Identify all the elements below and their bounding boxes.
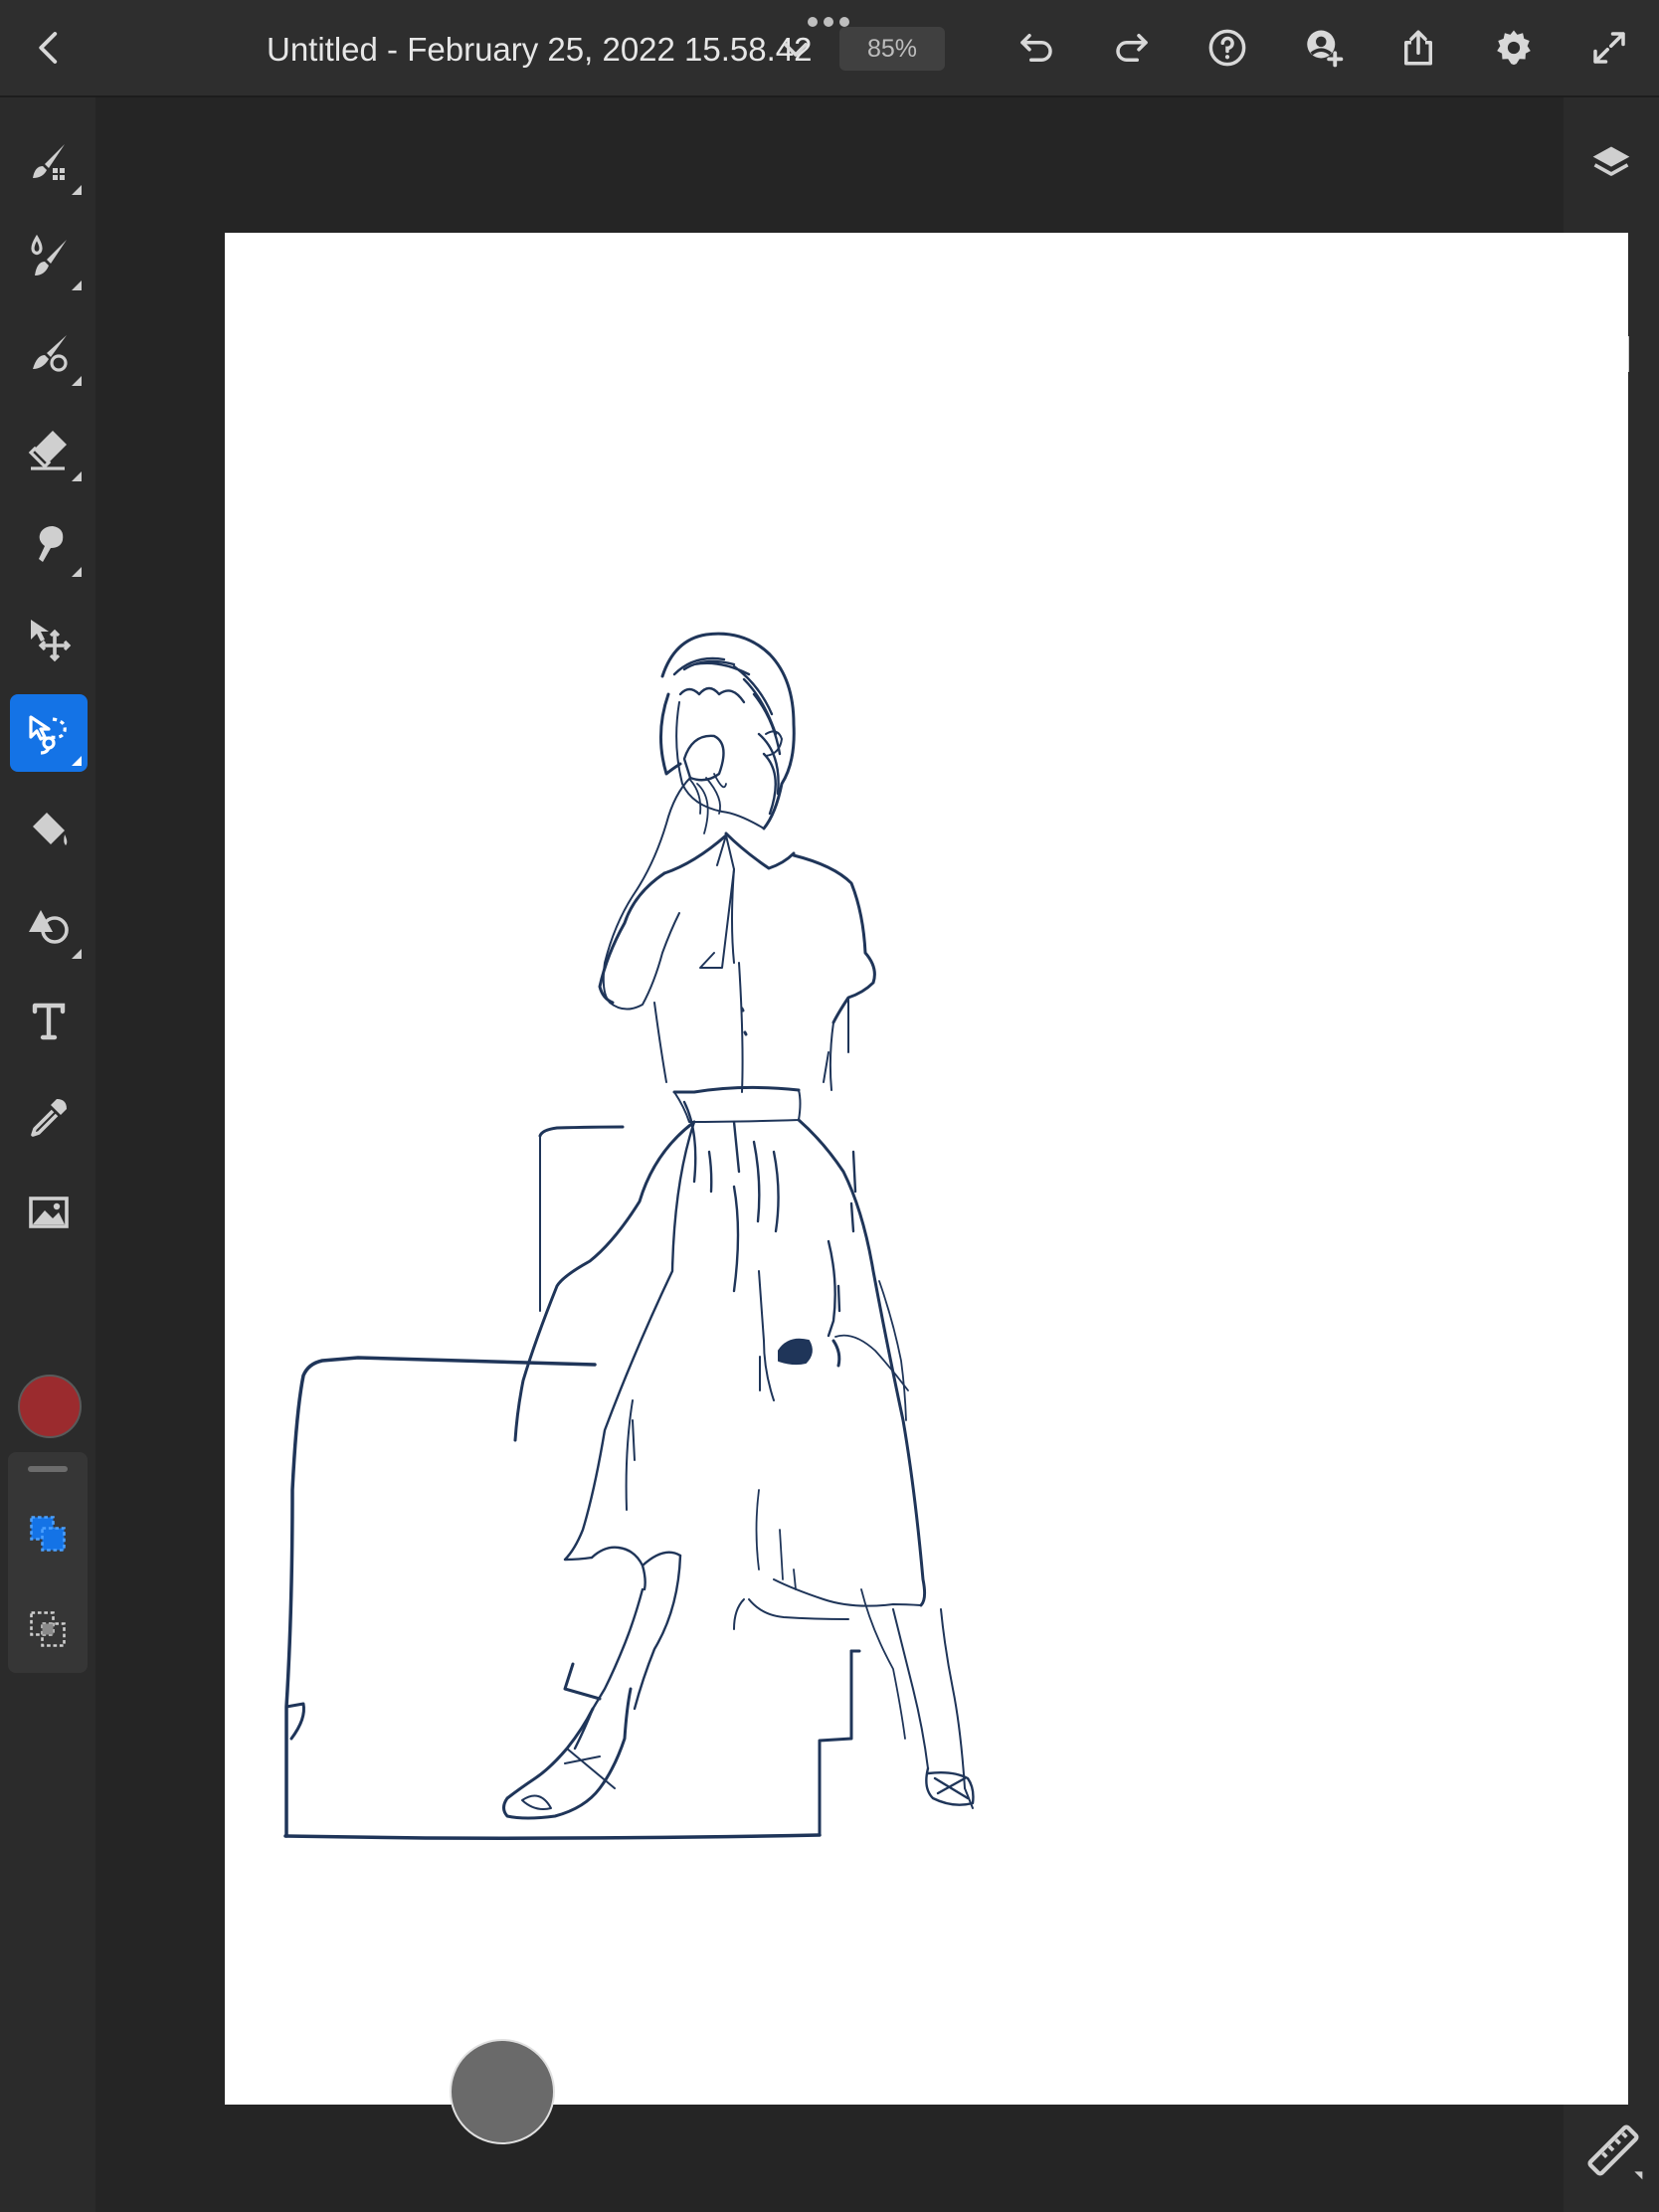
live-brush-tool[interactable] — [10, 219, 88, 296]
more-icon[interactable] — [808, 17, 849, 27]
text-icon — [32, 1003, 66, 1040]
lasso-selection-tool[interactable] — [10, 694, 88, 772]
selection-subtract-icon — [30, 1611, 66, 1647]
shapes-tool[interactable] — [10, 887, 88, 965]
selection-panel — [8, 1452, 88, 1673]
fullscreen-button[interactable] — [1585, 24, 1633, 72]
top-bar: Untitled - February 25, 2022 15.58.42 85… — [0, 0, 1659, 97]
ruler-icon — [1587, 2124, 1643, 2180]
text-tool[interactable] — [10, 983, 88, 1060]
share-button[interactable] — [1394, 24, 1442, 72]
artboard[interactable] — [225, 233, 1628, 2105]
pixel-brush-icon — [33, 144, 65, 180]
selection-add-icon — [30, 1516, 66, 1552]
layers-button[interactable] — [1579, 131, 1643, 195]
canvas-area[interactable] — [97, 97, 1628, 2212]
selection-subtract-button[interactable] — [16, 1597, 80, 1661]
document-title[interactable]: Untitled - February 25, 2022 15.58.42 — [267, 28, 813, 72]
fill-tool[interactable] — [10, 792, 88, 869]
image-tool[interactable] — [10, 1174, 88, 1251]
redo-button[interactable] — [1108, 24, 1156, 72]
eyedropper-tool[interactable] — [10, 1078, 88, 1156]
invite-icon — [1307, 30, 1344, 68]
drawing — [283, 632, 975, 1840]
undo-button[interactable] — [1013, 24, 1060, 72]
fullscreen-icon — [1593, 32, 1625, 64]
settings-button[interactable] — [1490, 24, 1538, 72]
eraser-tool[interactable] — [10, 410, 88, 487]
smudge-tool[interactable] — [10, 505, 88, 583]
help-button[interactable] — [1203, 24, 1251, 72]
ruler-button[interactable] — [1581, 2119, 1645, 2182]
back-icon — [39, 32, 58, 64]
fill-bucket-icon — [33, 813, 68, 845]
chevron-down-icon — [784, 43, 808, 57]
lasso-selection-icon — [29, 715, 67, 755]
touch-modifier-button[interactable] — [450, 2039, 555, 2144]
eyedropper-icon — [31, 1099, 67, 1137]
move-transform-tool[interactable] — [10, 601, 88, 678]
redo-icon — [1116, 34, 1148, 62]
vector-brush-icon — [33, 335, 68, 372]
vector-brush-tool[interactable] — [10, 314, 88, 392]
undo-icon — [1020, 34, 1052, 62]
image-icon — [29, 1197, 69, 1228]
shapes-icon — [29, 910, 69, 944]
panel-handle[interactable] — [28, 1466, 68, 1472]
layers-icon — [1592, 146, 1630, 176]
back-button[interactable] — [26, 24, 74, 72]
settings-icon — [1497, 30, 1531, 66]
color-picker[interactable] — [18, 1375, 82, 1438]
pixel-brush-tool[interactable] — [10, 123, 88, 201]
zoom-level[interactable]: 85% — [839, 27, 945, 71]
selection-add-button[interactable] — [16, 1502, 80, 1566]
eraser-icon — [28, 431, 67, 470]
document-menu-button[interactable] — [776, 30, 816, 70]
live-brush-icon — [31, 234, 67, 276]
share-icon — [1404, 30, 1432, 66]
move-transform-icon — [31, 620, 72, 662]
help-icon — [1208, 29, 1246, 67]
left-toolbar — [0, 97, 95, 2212]
smudge-icon — [39, 526, 64, 562]
invite-button[interactable] — [1299, 24, 1347, 72]
